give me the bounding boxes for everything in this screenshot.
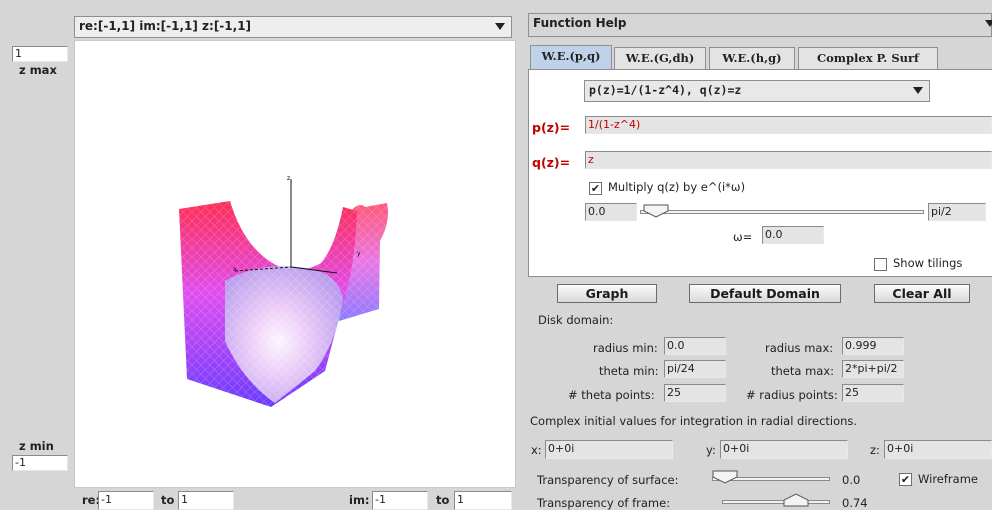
- transp-surface-thumb[interactable]: [712, 470, 738, 484]
- omega-min-field[interactable]: 0.0: [585, 203, 637, 221]
- show-tilings-checkbox[interactable]: [874, 258, 887, 271]
- graph-button[interactable]: Graph: [557, 284, 657, 303]
- y-init-label: y:: [706, 443, 716, 457]
- theta-min-input[interactable]: pi/24: [664, 360, 726, 378]
- x-init-input[interactable]: 0+0i: [545, 440, 673, 459]
- zmin-label: z min: [19, 439, 54, 453]
- z-axis-label: z: [287, 175, 290, 182]
- radius-points-label: # radius points:: [746, 388, 838, 402]
- re-to-label: to: [161, 493, 175, 507]
- disk-domain-label: Disk domain:: [538, 313, 614, 327]
- x-init-label: x:: [531, 443, 542, 457]
- omega-value-field[interactable]: 0.0: [762, 226, 824, 244]
- zmax-label: z max: [19, 63, 57, 77]
- y-init-input[interactable]: 0+0i: [720, 440, 848, 459]
- wireframe-checkbox[interactable]: ✔: [899, 473, 912, 486]
- domain-combo[interactable]: re:[-1,1] im:[-1,1] z:[-1,1]: [74, 16, 512, 38]
- im-to-input[interactable]: 1: [454, 491, 512, 510]
- z-init-input[interactable]: 0+0i: [884, 440, 992, 459]
- omega-max-field[interactable]: pi/2: [928, 203, 986, 221]
- zmax-input[interactable]: 1: [12, 46, 68, 62]
- chevron-down-icon: [985, 20, 992, 27]
- tab-we-hg[interactable]: W.E.(h,g): [709, 47, 795, 69]
- radius-min-label: radius min:: [593, 341, 658, 355]
- wireframe-label: Wireframe: [918, 472, 978, 486]
- im-label: im:: [349, 493, 370, 507]
- radius-max-label: radius max:: [765, 341, 834, 355]
- q-input[interactable]: z: [585, 151, 992, 169]
- theta-max-label: theta max:: [771, 364, 835, 378]
- radius-min-input[interactable]: 0.0: [664, 337, 726, 355]
- clear-all-button[interactable]: Clear All: [874, 284, 970, 303]
- function-help-combo[interactable]: Function Help: [528, 13, 992, 37]
- re-to-input[interactable]: 1: [178, 491, 234, 510]
- omega-slider-thumb[interactable]: [643, 204, 669, 218]
- im-from-input[interactable]: -1: [372, 491, 428, 510]
- tab-we-gdh[interactable]: W.E.(G,dh): [614, 47, 706, 69]
- function-help-text: Function Help: [533, 16, 627, 30]
- chevron-down-icon: [913, 87, 923, 94]
- multiply-label: Multiply q(z) by e^(i*ω): [608, 180, 746, 194]
- complex-init-label: Complex initial values for integration i…: [530, 414, 858, 428]
- preset-combo-text: p(z)=1/(1-z^4), q(z)=z: [589, 83, 742, 97]
- transp-frame-thumb[interactable]: [783, 493, 809, 507]
- im-to-label: to: [436, 493, 450, 507]
- theta-min-label: theta min:: [599, 364, 659, 378]
- omega-label: ω=: [733, 230, 753, 244]
- chevron-down-icon: [495, 23, 505, 30]
- preset-combo[interactable]: p(z)=1/(1-z^4), q(z)=z: [584, 80, 930, 102]
- multiply-checkbox[interactable]: ✔: [589, 182, 602, 195]
- default-domain-button[interactable]: Default Domain: [689, 284, 841, 303]
- transp-frame-value: 0.74: [842, 496, 868, 510]
- transp-frame-track[interactable]: [722, 500, 830, 504]
- z-init-label: z:: [870, 443, 880, 457]
- transp-surface-value: 0.0: [842, 473, 861, 487]
- radius-points-input[interactable]: 25: [842, 384, 904, 402]
- transp-frame-label: Transparency of frame:: [537, 496, 671, 510]
- graph-canvas[interactable]: z x y: [74, 40, 516, 488]
- tab-we-pq[interactable]: W.E.(p,q): [530, 45, 612, 69]
- zmin-input[interactable]: -1: [12, 455, 68, 471]
- surface-plot: z x y: [179, 175, 389, 407]
- theta-max-input[interactable]: 2*pi+pi/2: [842, 360, 904, 378]
- domain-combo-text: re:[-1,1] im:[-1,1] z:[-1,1]: [79, 19, 252, 33]
- y-axis-label: y: [357, 250, 361, 257]
- x-axis-label: x: [233, 266, 237, 273]
- theta-points-label: # theta points:: [568, 388, 655, 402]
- theta-points-input[interactable]: 25: [664, 384, 726, 402]
- radius-max-input[interactable]: 0.999: [842, 337, 904, 355]
- p-input[interactable]: 1/(1-z^4): [585, 116, 992, 134]
- re-from-input[interactable]: -1: [98, 491, 154, 510]
- q-label: q(z)=: [532, 155, 571, 170]
- show-tilings-label: Show tilings: [893, 256, 963, 270]
- p-label: p(z)=: [532, 120, 571, 135]
- tab-complex-surf[interactable]: Complex P. Surf: [798, 47, 938, 69]
- transp-surface-label: Transparency of surface:: [537, 473, 679, 487]
- omega-slider-track[interactable]: [640, 210, 924, 214]
